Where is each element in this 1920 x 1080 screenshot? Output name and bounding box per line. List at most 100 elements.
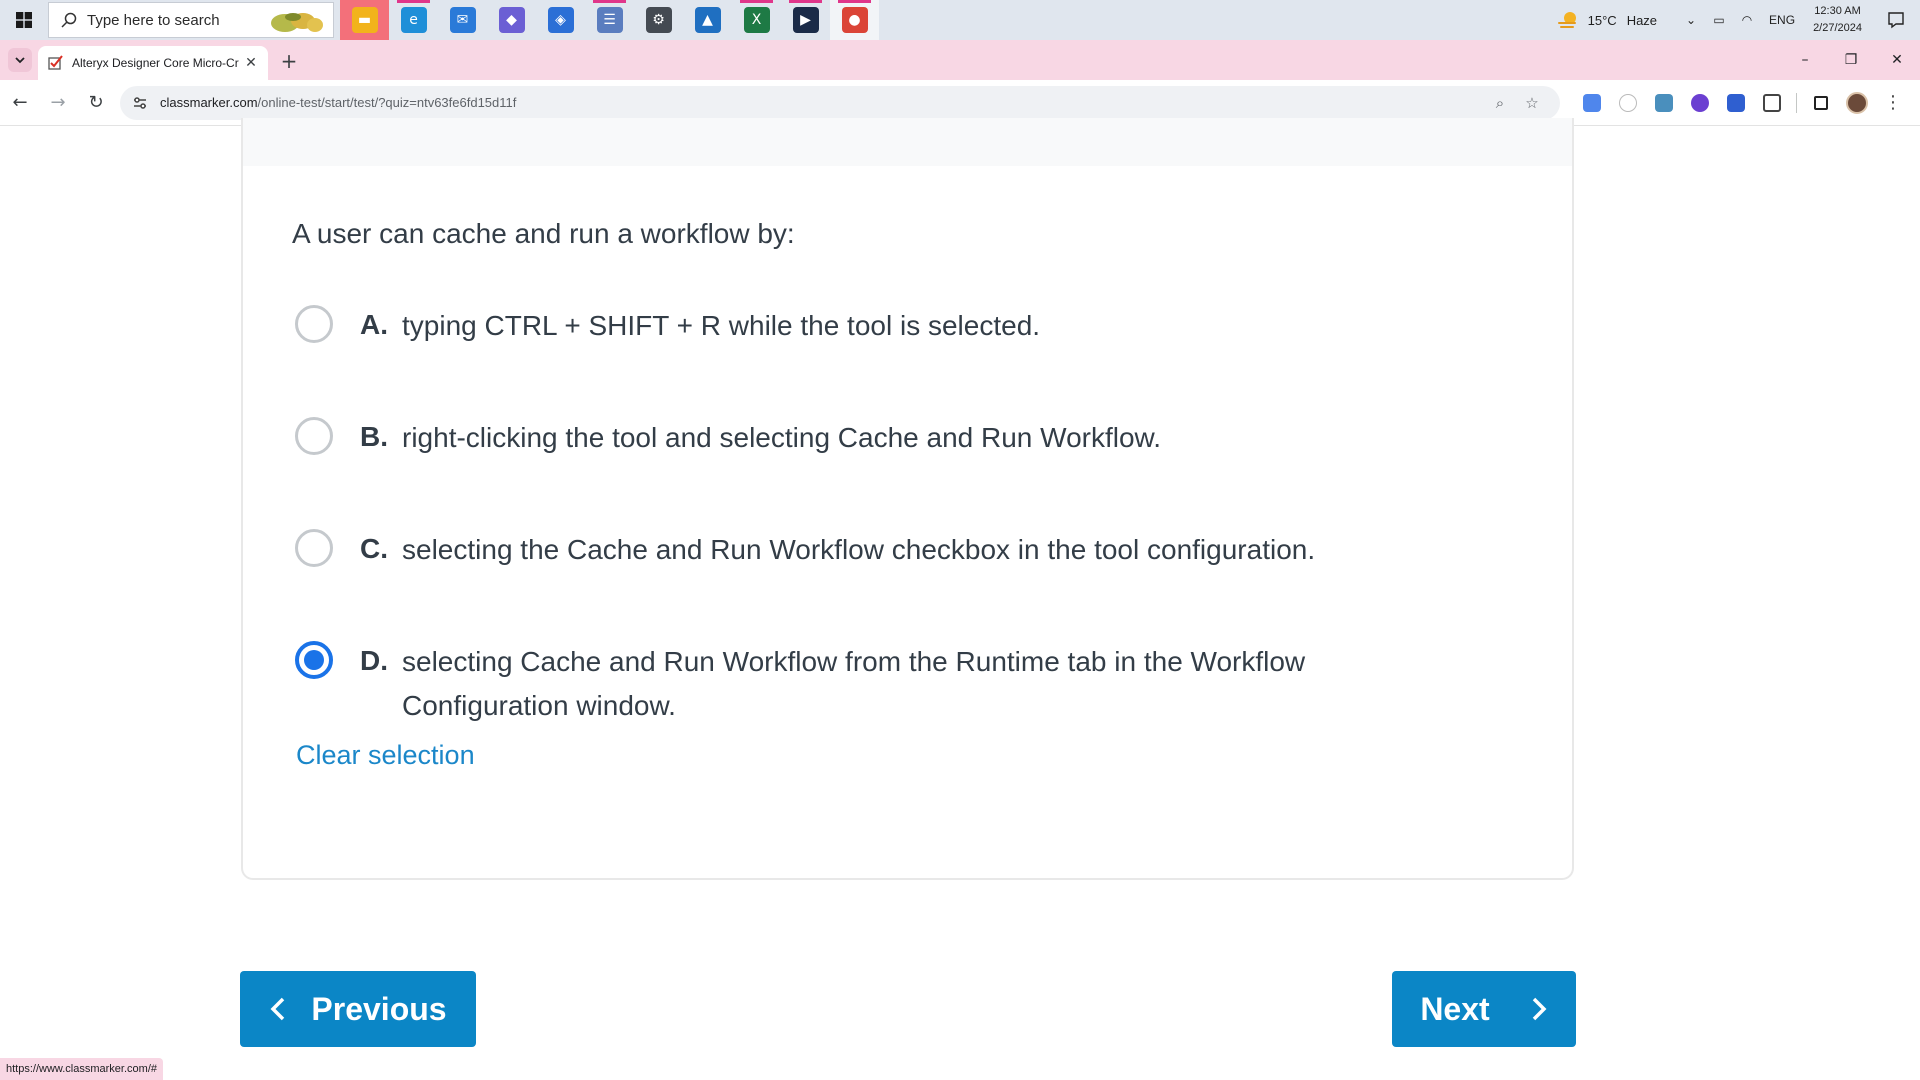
taskbar-app-file-explorer[interactable]: ▬ [340, 0, 389, 40]
weather-temperature: 15°C [1587, 12, 1617, 28]
windows-logo-icon [16, 12, 32, 28]
extensions-bar: ⋮ [1574, 85, 1911, 121]
option-a[interactable]: A. typing CTRL + SHIFT + R while the too… [295, 304, 1382, 348]
address-bar[interactable]: classmarker.com/online-test/start/test/?… [120, 85, 1560, 120]
taskbar-app-chrome[interactable]: ● [830, 0, 879, 40]
pen-extension-icon[interactable] [1610, 85, 1646, 121]
next-button-label: Next [1420, 990, 1490, 1027]
option-d-text: selecting Cache and Run Workflow from th… [402, 646, 1306, 721]
forward-arrow-icon[interactable]: → [40, 85, 76, 121]
previous-button-label: Previous [311, 990, 447, 1027]
chevron-left-icon [270, 997, 285, 1021]
option-d-letter: D. [360, 645, 388, 676]
profile-avatar[interactable] [1839, 85, 1875, 121]
radio-option-b[interactable] [295, 417, 333, 455]
copilot-icon: ◆ [498, 7, 525, 33]
bookmark-star-icon[interactable]: ☆ [1516, 94, 1548, 112]
question-card: A user can cache and run a workflow by: … [241, 118, 1574, 880]
taskbar-app-edge[interactable]: e [389, 0, 438, 40]
classmarker-checkbox-icon [48, 55, 63, 70]
chevron-down-icon [15, 57, 25, 64]
taskbar-app-copilot[interactable]: ◆ [487, 0, 536, 40]
weather-condition: Haze [1626, 12, 1658, 28]
clear-selection-link[interactable]: Clear selection [296, 740, 475, 771]
window-controls: – ❐ ✕ [1782, 40, 1920, 80]
taskbar-search-placeholder: Type here to search [87, 11, 220, 29]
reload-icon[interactable]: ↻ [78, 85, 114, 121]
windows-taskbar: Type here to search ▬ e ✉ ◆ ◈ ☰ ⚙ ▲ X ▶ ● 15°C Haz… [0, 0, 1920, 40]
option-c-letter: C. [360, 533, 388, 564]
back-arrow-icon[interactable]: ← [2, 85, 38, 121]
taskbar-clock[interactable]: 12:30 AM 2/27/2024 [1803, 3, 1872, 37]
printer-extension-icon[interactable] [1646, 85, 1682, 121]
weather-widget[interactable]: 15°C Haze [1556, 10, 1657, 30]
avatar [1846, 91, 1868, 114]
radio-option-a[interactable] [295, 305, 333, 343]
tab-title: Alteryx Designer Core Micro-Cr [72, 56, 239, 70]
option-d[interactable]: D. selecting Cache and Run Workflow from… [295, 640, 1382, 728]
option-b[interactable]: B. right-clicking the tool and selecting… [295, 416, 1382, 460]
google-translate-extension-icon[interactable] [1574, 85, 1610, 121]
clock-time: 12:30 AM [1814, 5, 1861, 17]
url-host: classmarker.com [160, 95, 258, 110]
close-window-icon[interactable]: ✕ [1874, 40, 1920, 80]
question-card-header [243, 118, 1572, 166]
system-tray: 15°C Haze ⌄ ▭ ◠ ENG 12:30 AM 2/27/2024 [1556, 0, 1920, 40]
option-b-letter: B. [360, 421, 388, 452]
browser-tab-active[interactable]: Alteryx Designer Core Micro-Cr ✕ [38, 46, 268, 80]
accessibility-extension-icon[interactable] [1718, 85, 1754, 121]
contacts-icon: ☰ [596, 7, 623, 33]
tab-search-button[interactable] [8, 48, 32, 72]
taskbar-app-contacts[interactable]: ☰ [585, 0, 634, 40]
battery-icon[interactable]: ▭ [1705, 0, 1733, 40]
url-path: /online-test/start/test/?quiz=ntv63fe6fd… [257, 95, 517, 110]
kebab-menu-icon[interactable]: ⋮ [1875, 85, 1911, 121]
browser-tab-strip: Alteryx Designer Core Micro-Cr ✕ + – ❐ ✕ [0, 40, 1920, 80]
taskbar-app-mail[interactable]: ✉ [438, 0, 487, 40]
taskbar-pinned-apps: ▬ e ✉ ◆ ◈ ☰ ⚙ ▲ X ▶ ● [340, 0, 879, 40]
next-button[interactable]: Next [1392, 971, 1576, 1047]
taskbar-app-teams[interactable]: ◈ [536, 0, 585, 40]
status-bar-url: https://www.classmarker.com/# [0, 1058, 163, 1080]
new-tab-button[interactable]: + [274, 46, 304, 76]
radio-option-d[interactable] [295, 641, 333, 679]
input-language[interactable]: ENG [1761, 13, 1803, 27]
edge-icon: e [400, 7, 427, 33]
taskbar-search-box[interactable]: Type here to search [48, 2, 334, 38]
mail-icon: ✉ [449, 7, 476, 33]
taskbar-app-photos[interactable]: ▲ [683, 0, 732, 40]
previous-button[interactable]: Previous [240, 971, 476, 1047]
taskbar-app-terminal[interactable]: ▶ [781, 0, 830, 40]
settings-icon: ⚙ [645, 7, 672, 33]
clock-date: 2/27/2024 [1813, 22, 1862, 34]
restore-icon[interactable]: ❐ [1828, 40, 1874, 80]
terminal-icon: ▶ [792, 7, 819, 33]
minimize-icon[interactable]: – [1782, 40, 1828, 80]
notification-center-button[interactable] [1872, 0, 1920, 40]
side-panel-icon[interactable] [1803, 85, 1839, 121]
option-a-text: typing CTRL + SHIFT + R while the tool i… [402, 310, 1041, 341]
taskbar-app-settings[interactable]: ⚙ [634, 0, 683, 40]
windows-start-button[interactable] [0, 0, 48, 40]
chevron-up-icon[interactable]: ⌄ [1677, 0, 1705, 40]
close-tab-icon[interactable]: ✕ [242, 55, 260, 71]
search-icon [61, 12, 77, 28]
teams-icon: ◈ [547, 7, 574, 33]
radio-option-c[interactable] [295, 529, 333, 567]
weather-haze-icon [1557, 12, 1576, 28]
zoom-icon[interactable]: ⌕ [1484, 94, 1516, 112]
option-b-text: right-clicking the tool and selecting Ca… [402, 422, 1161, 453]
quiz-page: A user can cache and run a workflow by: … [0, 118, 1920, 1080]
url-text: classmarker.com/online-test/start/test/?… [160, 95, 1484, 110]
option-a-letter: A. [360, 309, 388, 340]
option-c[interactable]: C. selecting the Cache and Run Workflow … [295, 528, 1432, 572]
puzzle-extensions-icon[interactable] [1754, 85, 1790, 121]
option-c-text: selecting the Cache and Run Workflow che… [402, 534, 1316, 565]
taskbar-app-excel[interactable]: X [732, 0, 781, 40]
wifi-icon[interactable]: ◠ [1733, 0, 1761, 40]
excel-icon: X [743, 7, 770, 33]
photos-icon: ▲ [694, 7, 721, 33]
purple-extension-icon[interactable] [1682, 85, 1718, 121]
question-text: A user can cache and run a workflow by: [292, 218, 795, 249]
toolbar-divider [1796, 92, 1797, 113]
